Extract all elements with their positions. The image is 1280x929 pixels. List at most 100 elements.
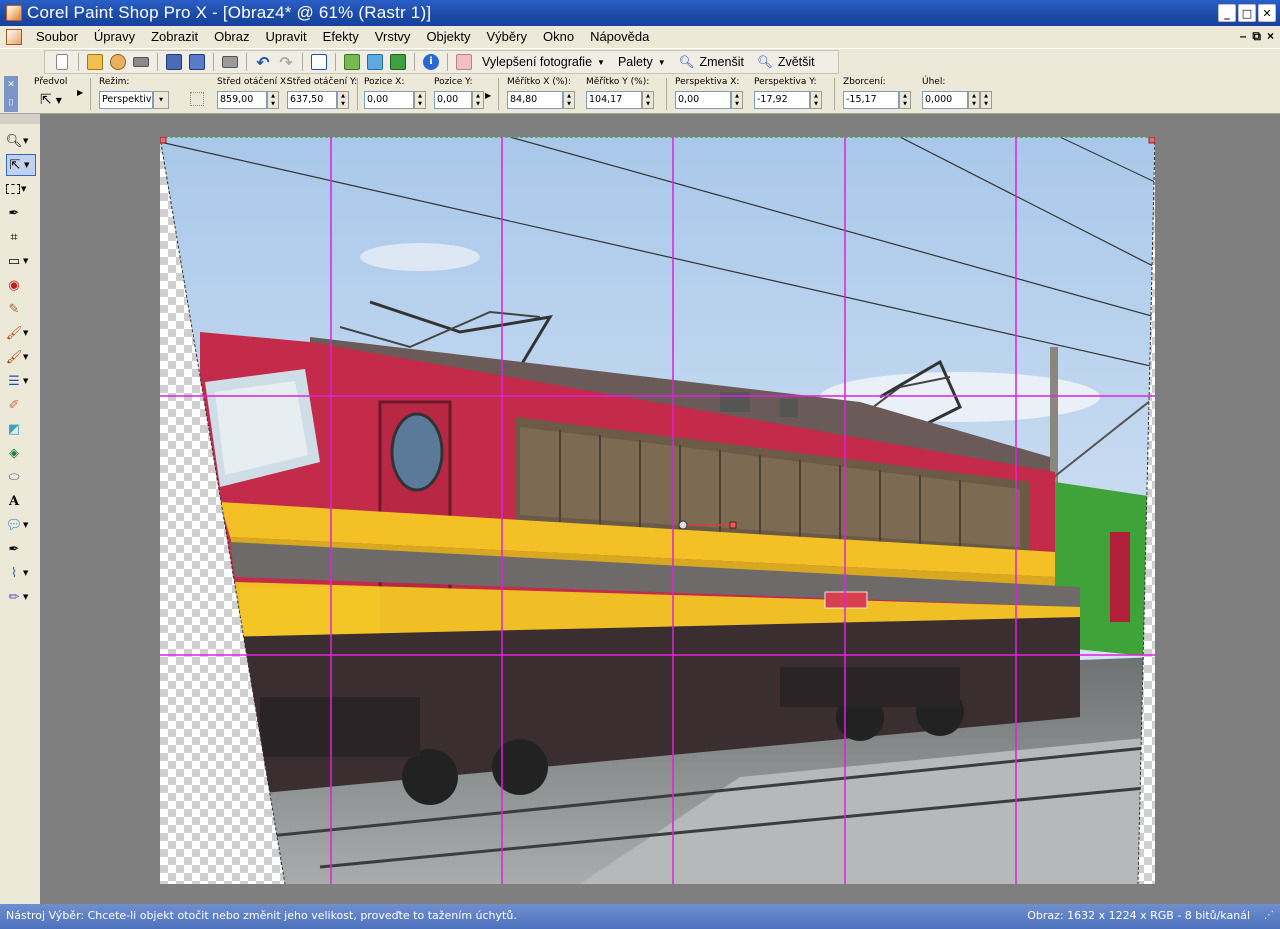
angle-value: 0,000 (922, 91, 968, 109)
close-button[interactable]: ✕ (1258, 4, 1276, 22)
zoom-out-button[interactable]: 🔍︎ Zmenšit (673, 55, 750, 70)
toolbar-separator (302, 53, 303, 71)
undo-button[interactable]: ↶ (252, 51, 274, 73)
scan-button[interactable] (130, 51, 152, 73)
spin-arrows-icon[interactable]: ▲ ▼ (472, 91, 484, 109)
document-icon[interactable] (6, 29, 22, 45)
tool-crop[interactable]: ⌗ (6, 226, 36, 248)
text-icon: A (8, 493, 20, 509)
spin-arrows-icon[interactable]: ▲ ▼ (414, 91, 426, 109)
toolbar-separator (335, 53, 336, 71)
magnifier-icon: 🔍︎ (678, 54, 695, 69)
mdi-restore-icon[interactable]: ⧉ (1252, 29, 1261, 44)
menu-soubor[interactable]: Soubor (28, 26, 86, 48)
preset-picker[interactable]: ⇱ ▼ (34, 91, 67, 109)
layers-icon (344, 54, 360, 70)
tool-dropper[interactable]: ✒ (6, 202, 36, 224)
mdi-close-icon[interactable]: × (1267, 29, 1274, 44)
persp-x-input[interactable]: 0,00 ▲ ▼ (675, 91, 743, 109)
spin-arrows-icon[interactable]: ▲ ▼ (810, 91, 822, 109)
scale-y-input[interactable]: 104,17 ▲ ▼ (586, 91, 654, 109)
tool-pick[interactable]: ⇱ ▼ (6, 154, 36, 176)
expand-arrow-icon[interactable]: ▶ (77, 88, 83, 97)
tool-red-eye[interactable]: ◉ (6, 274, 36, 296)
open-button[interactable] (84, 51, 106, 73)
spin-arrows-icon[interactable]: ▲ ▼ (731, 91, 743, 109)
layers-button[interactable] (341, 51, 363, 73)
tool-lighten[interactable]: ☰ ▼ (6, 370, 36, 392)
mode-select[interactable]: Perspektiva ▼ (99, 91, 169, 109)
palette-handle[interactable]: ✕ ⌷ (4, 76, 18, 112)
tool-pen[interactable]: ✒ (6, 538, 36, 560)
center-y-label: Střed otáčení Y: (287, 77, 358, 87)
menu-napoveda[interactable]: Nápověda (582, 26, 657, 48)
toolbar-separator (78, 53, 79, 71)
tool-clone[interactable]: ✎ (6, 298, 36, 320)
tool-warp-brush[interactable]: ⌇ ▼ (6, 562, 36, 584)
spin-arrows-icon[interactable]: ▲ ▼ (337, 91, 349, 109)
menu-obraz[interactable]: Obraz (206, 26, 257, 48)
chevron-down-icon: ▼ (24, 161, 30, 169)
pos-y-input[interactable]: 0,00 ▲ ▼ (434, 91, 484, 109)
tool-art-media[interactable]: ✏ ▼ (6, 586, 36, 608)
tool-paint-brush[interactable]: 🖌︎ ▼ (6, 322, 36, 344)
menu-okno[interactable]: Okno (535, 26, 582, 48)
photo-button[interactable] (387, 51, 409, 73)
pos-x-input[interactable]: 0,00 ▲ ▼ (364, 91, 426, 109)
minimize-button[interactable]: _ (1218, 4, 1236, 22)
spin-arrows-icon[interactable]: ▲ ▼ (267, 91, 279, 109)
app-icon[interactable] (6, 5, 22, 21)
center-x-input[interactable]: 859,00 ▲ ▼ (217, 91, 289, 109)
tool-selection[interactable]: ▼ (6, 178, 36, 200)
photo-enhance-button[interactable]: Vylepšení fotografie ▼ (476, 55, 611, 69)
mdi-minimize-icon[interactable]: – (1240, 29, 1247, 44)
browse-button[interactable] (107, 51, 129, 73)
reset-icon[interactable] (190, 92, 204, 106)
spin-arrows-icon[interactable]: ▲ ▼ (563, 91, 575, 109)
tool-shapes[interactable]: ◈ (6, 442, 36, 464)
materials-button[interactable] (364, 51, 386, 73)
tool-zoom[interactable]: 🔍︎ ▼ (6, 130, 36, 152)
center-y-input[interactable]: 637,50 ▲ ▼ (287, 91, 357, 109)
menu-vrstvy[interactable]: Vrstvy (367, 26, 419, 48)
expand-arrow-icon[interactable]: ▶ (485, 91, 491, 100)
spin-arrows-icon[interactable]: ▲ ▼ (968, 91, 980, 109)
print-button[interactable] (219, 51, 241, 73)
shear-input[interactable]: -15,17 ▲ ▼ (843, 91, 911, 109)
center-y-value: 637,50 (287, 91, 337, 109)
toolbar-group: ↶ ↷ i Vylepšení fotografie ▼ Palety ▼ 🔍︎ Zm… (44, 50, 839, 74)
menu-vybery[interactable]: Výběry (479, 26, 535, 48)
image-canvas[interactable] (160, 137, 1155, 884)
new-file-button[interactable] (51, 51, 73, 73)
tool-text[interactable]: A (6, 490, 36, 512)
scale-x-input[interactable]: 84,80 ▲ ▼ (507, 91, 575, 109)
tool-eraser[interactable]: ✐ (6, 394, 36, 416)
menu-efekty[interactable]: Efekty (315, 26, 367, 48)
menu-objekty[interactable]: Objekty (418, 26, 478, 48)
persp-y-input[interactable]: -17,92 ▲ ▼ (754, 91, 822, 109)
tool-straighten[interactable]: ▭ ▼ (6, 250, 36, 272)
save-button[interactable] (163, 51, 185, 73)
tool-preset-shape[interactable]: 💬︎ ▼ (6, 514, 36, 536)
resize-button[interactable] (308, 51, 330, 73)
angle-input[interactable]: 0,000 ▲ ▼ ▲ ▼ (922, 91, 992, 109)
save-as-button[interactable] (186, 51, 208, 73)
menu-zobrazit[interactable]: Zobrazit (143, 26, 206, 48)
eraser-toolbar-button[interactable] (453, 51, 475, 73)
tool-airbrush[interactable]: 🖌︎ ▼ (6, 346, 36, 368)
tool-fill[interactable]: ◩ (6, 418, 36, 440)
resize-grip-icon[interactable]: ⋰ (1264, 910, 1274, 921)
palettes-button[interactable]: Palety ▼ (612, 55, 672, 69)
spin-arrows-icon[interactable]: ▲ ▼ (642, 91, 654, 109)
spin-arrows-icon[interactable]: ▲ ▼ (899, 91, 911, 109)
menu-upravit[interactable]: Upravit (257, 26, 314, 48)
shear-value: -15,17 (843, 91, 899, 109)
tool-eraser2[interactable]: ⬭ (6, 466, 36, 488)
workspace (40, 114, 1280, 904)
maximize-button[interactable]: □ (1238, 4, 1256, 22)
spin-arrows-icon[interactable]: ▲ ▼ (980, 91, 992, 109)
redo-button[interactable]: ↷ (275, 51, 297, 73)
info-button[interactable]: i (420, 51, 442, 73)
menu-upravy[interactable]: Úpravy (86, 26, 143, 48)
zoom-in-button[interactable]: 🔍︎ Zvětšit (751, 55, 821, 70)
